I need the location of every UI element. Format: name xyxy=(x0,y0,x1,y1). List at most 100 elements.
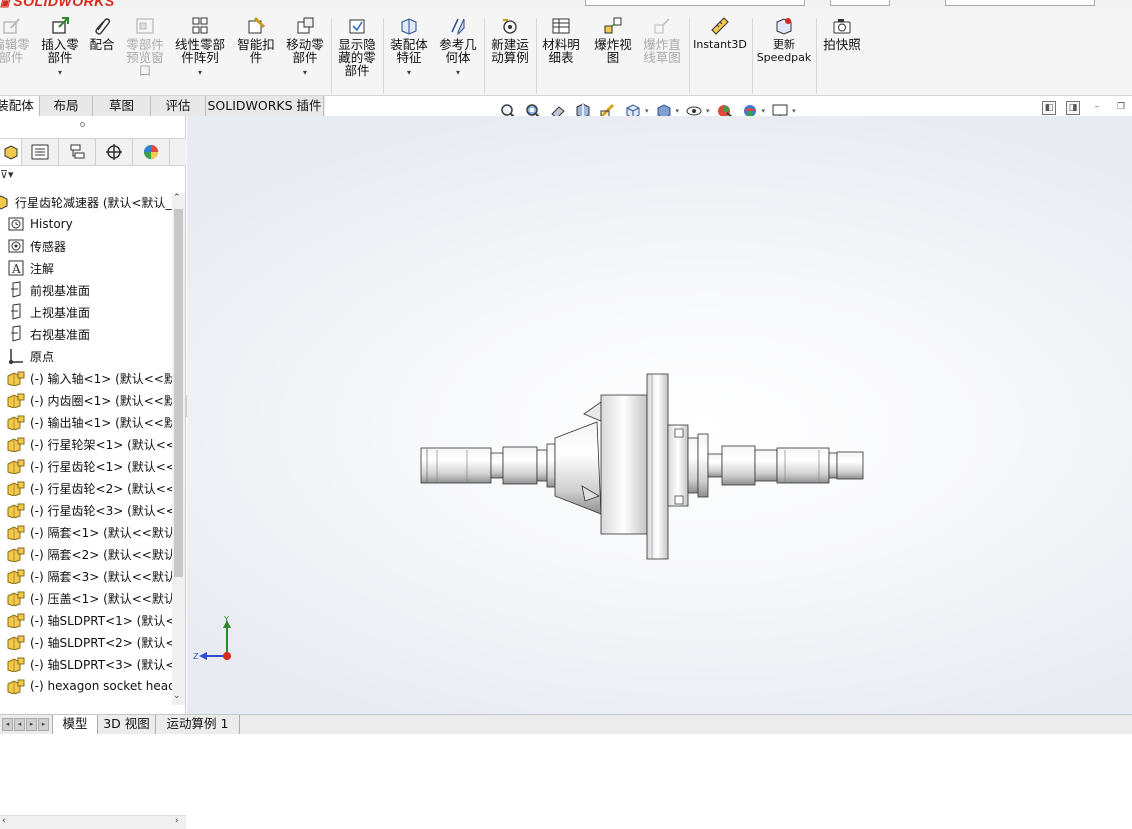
chevron-down-icon[interactable]: ▾ xyxy=(456,66,460,79)
top-toolbar-box[interactable] xyxy=(585,0,805,6)
property-manager-tab[interactable] xyxy=(22,139,59,165)
tree-item[interactable]: 原点 xyxy=(0,345,54,367)
assembly-feature-icon xyxy=(398,16,420,36)
tree-scrollbar[interactable]: ⌃ ⌄ xyxy=(172,193,185,705)
tab-assembly[interactable]: 装配体 xyxy=(0,96,40,116)
assembly-icon xyxy=(0,193,10,211)
linear-component-pattern-button[interactable]: 线性零部 件阵列 ▾ xyxy=(170,16,230,79)
graphics-area[interactable]: Y Z xyxy=(187,116,1132,714)
tree-item[interactable]: (-) 隔套<1> (默认<<默认 xyxy=(0,521,172,543)
assembly-features-button[interactable]: 装配体 特征 ▾ xyxy=(386,16,432,79)
restore-icon[interactable]: ❐ xyxy=(1114,101,1128,115)
tab-3d-views[interactable]: 3D 视图 xyxy=(98,715,156,734)
planetary-gearbox-model[interactable] xyxy=(187,116,1132,714)
tab-model[interactable]: 模型 xyxy=(52,715,98,734)
tab-layout[interactable]: 布局 xyxy=(40,96,93,116)
display-pie-icon xyxy=(144,145,158,159)
chevron-down-icon[interactable]: ▾ xyxy=(407,66,411,79)
tree-horizontal-scrollbar[interactable]: ‹ › xyxy=(0,815,186,829)
part-icon xyxy=(7,479,25,497)
tile-left-icon[interactable]: ◧ xyxy=(1042,101,1056,115)
bill-of-materials-button[interactable]: 材料明 细表 xyxy=(539,16,583,64)
chevron-down-icon[interactable]: ▾ xyxy=(645,107,649,115)
chevron-down-icon[interactable]: ▾ xyxy=(706,107,710,115)
display-manager-tab[interactable] xyxy=(133,139,170,165)
viewport-window-controls: ◧ ◨ – ❐ xyxy=(1042,101,1128,115)
tree-item[interactable]: (-) 输入轴<1> (默认<<默 xyxy=(0,367,172,389)
tree-root-assembly[interactable]: 行星齿轮减速器 (默认<默认_显 xyxy=(0,193,172,213)
tree-item-label: 前视基准面 xyxy=(30,283,91,298)
tree-item[interactable]: (-) 轴SLDPRT<3> (默认< xyxy=(0,653,172,675)
reference-geometry-button[interactable]: 参考几 何体 ▾ xyxy=(436,16,480,79)
chevron-down-icon[interactable]: ▾ xyxy=(58,66,62,79)
chevron-down-icon[interactable]: ▾ xyxy=(676,107,680,115)
feature-manager-tab[interactable] xyxy=(0,139,22,165)
chevron-down-icon[interactable]: ▾ xyxy=(792,107,796,115)
tree-item[interactable]: (-) 输出轴<1> (默认<<默 xyxy=(0,411,172,433)
tree-item[interactable]: (-) 行星齿轮<1> (默认<< xyxy=(0,455,172,477)
tree-item-label: (-) 行星齿轮<3> (默认<< xyxy=(30,503,172,518)
top-toolbar-box-2[interactable] xyxy=(830,0,890,6)
tree-item[interactable]: 上视基准面 xyxy=(0,301,90,323)
annotation-icon: A xyxy=(7,259,25,277)
take-snapshot-button[interactable]: 拍快照 xyxy=(819,16,865,51)
chevron-down-icon[interactable]: ▾ xyxy=(762,107,766,115)
tree-item[interactable]: (-) 轴SLDPRT<1> (默认< xyxy=(0,609,172,631)
property-list-icon xyxy=(31,144,49,160)
new-motion-study-button[interactable]: 新建运 动算例 xyxy=(487,16,533,64)
tile-right-icon[interactable]: ◨ xyxy=(1066,101,1080,115)
tree-item[interactable]: History xyxy=(0,213,73,235)
filter-icon[interactable]: ⊽▾ xyxy=(0,168,14,181)
scroll-left-icon[interactable]: ‹ xyxy=(2,816,6,826)
scroll-thumb[interactable] xyxy=(174,209,183,577)
tab-sketch[interactable]: 草图 xyxy=(93,96,151,116)
exploded-view-button[interactable]: 爆炸视 图 xyxy=(589,16,637,64)
smart-fastener-icon xyxy=(245,16,267,36)
last-tab-icon[interactable]: ▸ xyxy=(38,718,49,731)
panel-grip[interactable] xyxy=(80,122,85,127)
triad-z-label: Z xyxy=(193,652,199,661)
tree-item-label: 上视基准面 xyxy=(30,305,91,320)
tab-solidworks-addins[interactable]: SOLIDWORKS 插件 xyxy=(206,96,324,116)
tree-item[interactable]: (-) 隔套<2> (默认<<默认 xyxy=(0,543,172,565)
tree-item[interactable]: (-) 轴SLDPRT<2> (默认< xyxy=(0,631,172,653)
update-speedpak-button[interactable]: 更新 Speedpak xyxy=(755,16,813,64)
chevron-down-icon[interactable]: ▾ xyxy=(198,66,202,79)
scroll-right-icon[interactable]: › xyxy=(175,816,179,826)
tree-item[interactable]: (-) hexagon socket head xyxy=(0,675,172,697)
tree-item[interactable]: (-) 行星齿轮<3> (默认<< xyxy=(0,499,172,521)
bottom-tab-bar: ◂ ◂ ▸ ▸ 模型 3D 视图 运动算例 1 xyxy=(0,714,1132,734)
minimize-icon[interactable]: – xyxy=(1090,101,1104,115)
tree-item[interactable]: A 注解 xyxy=(0,257,54,279)
tree-item[interactable]: (-) 内齿圈<1> (默认<<默 xyxy=(0,389,172,411)
component-preview-button[interactable]: 零部件 预览窗 口 xyxy=(121,16,169,77)
tree-item[interactable]: (-) 行星齿轮<2> (默认<< xyxy=(0,477,172,499)
scroll-up-icon[interactable]: ⌃ xyxy=(173,193,181,203)
instant3d-button[interactable]: Instant3D xyxy=(692,16,748,51)
edit-component-button[interactable]: 编辑零 部件 xyxy=(0,16,32,64)
first-tab-icon[interactable]: ◂ xyxy=(2,718,13,731)
tab-motion-study-1[interactable]: 运动算例 1 xyxy=(156,715,240,734)
part-icon xyxy=(7,369,25,387)
tree-item[interactable]: 右视基准面 xyxy=(0,323,90,345)
prev-tab-icon[interactable]: ◂ xyxy=(14,718,25,731)
search-box[interactable] xyxy=(945,0,1095,6)
smart-fasteners-button[interactable]: 智能扣 件 xyxy=(234,16,278,64)
tree-item[interactable]: 传感器 xyxy=(0,235,66,257)
chevron-down-icon[interactable]: ▾ xyxy=(303,66,307,79)
configuration-manager-tab[interactable] xyxy=(59,139,96,165)
part-icon xyxy=(7,611,25,629)
tree-item[interactable]: (-) 压盖<1> (默认<<默认 xyxy=(0,587,172,609)
tree-item[interactable]: (-) 行星轮架<1> (默认<< xyxy=(0,433,172,455)
dimxpert-manager-tab[interactable] xyxy=(96,139,133,165)
explode-line-sketch-button[interactable]: 爆炸直 线草图 xyxy=(638,16,686,64)
move-component-button[interactable]: 移动零 部件 ▾ xyxy=(282,16,328,79)
insert-component-button[interactable]: 插入零 部件 ▾ xyxy=(38,16,82,79)
mate-button[interactable]: 配合 xyxy=(86,16,118,51)
tree-item[interactable]: 前视基准面 xyxy=(0,279,90,301)
next-tab-icon[interactable]: ▸ xyxy=(26,718,37,731)
tab-evaluate[interactable]: 评估 xyxy=(151,96,206,116)
tree-item[interactable]: (-) 隔套<3> (默认<<默认 xyxy=(0,565,172,587)
scroll-down-icon[interactable]: ⌄ xyxy=(173,691,181,701)
show-hidden-components-button[interactable]: 显示隐 藏的零 部件 xyxy=(334,16,380,77)
